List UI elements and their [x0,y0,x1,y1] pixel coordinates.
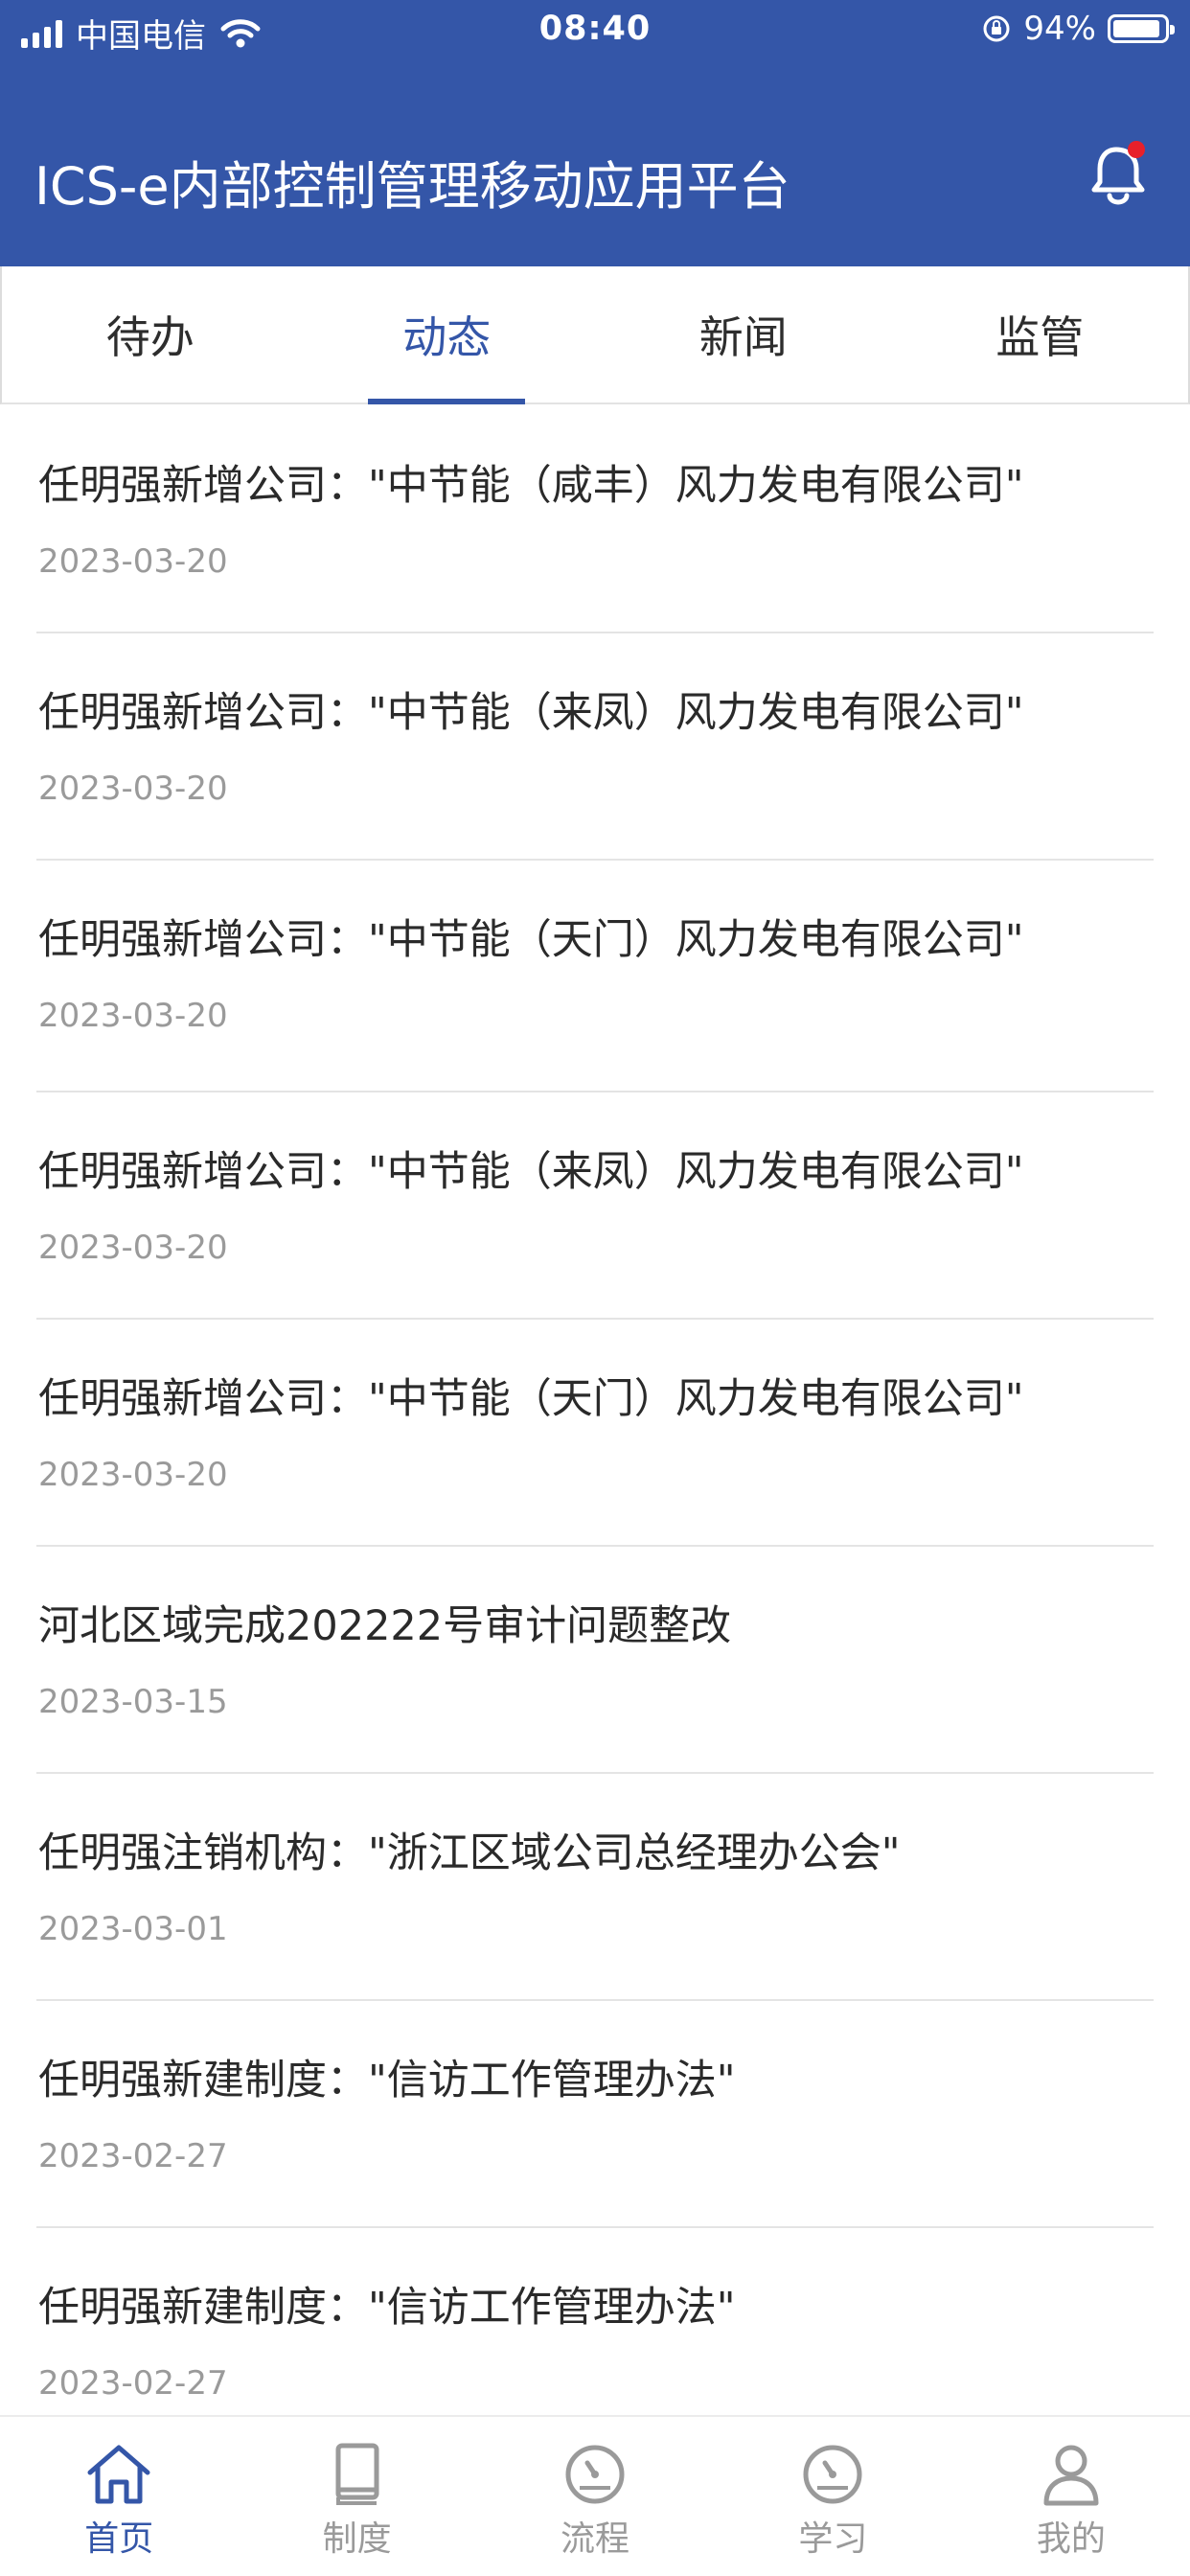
list-item[interactable]: 任明强新建制度："信访工作管理办法" 2023-02-27 [36,2001,1154,2228]
activity-list: 任明强新增公司："中节能（咸丰）风力发电有限公司" 2023-03-20 任明强… [0,406,1190,2455]
list-item[interactable]: 任明强新增公司："中节能（咸丰）风力发电有限公司" 2023-03-20 [36,406,1154,633]
user-icon [1043,2445,1099,2506]
list-item[interactable]: 任明强新增公司："中节能（天门）风力发电有限公司" 2023-03-20 [36,861,1154,1092]
tab-supervision[interactable]: 监管 [892,266,1189,402]
list-item-date: 2023-03-20 [38,1229,228,1267]
nav-study[interactable]: 学习 [714,2417,951,2576]
list-item-date: 2023-03-20 [38,770,228,808]
list-item[interactable]: 任明强新增公司："中节能（来凤）风力发电有限公司" 2023-03-20 [36,1092,1154,1320]
list-item-title: 河北区域完成202222号审计问题整改 [38,1602,732,1650]
notification-dot [1128,141,1145,158]
nav-study-label: 学习 [798,2519,868,2559]
list-item-date: 2023-02-27 [38,2364,228,2403]
list-item-title: 任明强新增公司："中节能（天门）风力发电有限公司" [38,916,1024,964]
list-item-title: 任明强新增公司："中节能（咸丰）风力发电有限公司" [38,462,1024,510]
list-item[interactable]: 任明强新增公司："中节能（来凤）风力发电有限公司" 2023-03-20 [36,633,1154,861]
nav-home[interactable]: 首页 [0,2417,238,2576]
list-item-title: 任明强新建制度："信访工作管理办法" [38,2057,736,2104]
notification-bell-icon[interactable] [1087,140,1150,207]
list-item-title: 任明强新增公司："中节能（来凤）风力发电有限公司" [38,689,1024,737]
app-header: 中国电信 08:40 94% ICS-e内部控制管理移动应用平台 [0,0,1190,266]
list-item-date: 2023-02-27 [38,2137,228,2175]
status-right: 94% [981,10,1175,48]
nav-process[interactable]: 流程 [476,2417,714,2576]
nav-profile[interactable]: 我的 [952,2417,1190,2576]
list-item-title: 任明强新增公司："中节能（来凤）风力发电有限公司" [38,1148,1024,1196]
home-icon [87,2445,150,2504]
gauge-icon [565,2445,625,2504]
list-item[interactable]: 河北区域完成202222号审计问题整改 2023-03-15 [36,1547,1154,1774]
list-item[interactable]: 任明强注销机构："浙江区域公司总经理办公会" 2023-03-01 [36,1774,1154,2001]
list-item[interactable]: 任明强新增公司："中节能（天门）风力发电有限公司" 2023-03-20 [36,1320,1154,1547]
nav-policy[interactable]: 制度 [238,2417,475,2576]
nav-policy-label: 制度 [322,2519,392,2559]
tab-news[interactable]: 新闻 [595,266,892,402]
app-title: ICS-e内部控制管理移动应用平台 [34,156,790,217]
tab-bar: 待办 动态 新闻 监管 [0,266,1190,404]
list-item-date: 2023-03-15 [38,1683,228,1721]
list-item-title: 任明强新增公司："中节能（天门）风力发电有限公司" [38,1375,1024,1423]
list-item-title: 任明强新建制度："信访工作管理办法" [38,2284,736,2332]
tab-todo[interactable]: 待办 [2,266,299,402]
nav-profile-label: 我的 [1036,2519,1106,2559]
battery-icon [1108,14,1175,43]
orientation-lock-icon [983,15,1010,42]
tab-activity[interactable]: 动态 [299,266,596,402]
status-bar: 中国电信 08:40 94% [0,0,1190,59]
list-item-date: 2023-03-20 [38,542,228,581]
list-item-date: 2023-03-20 [38,997,228,1035]
bottom-nav: 首页 制度 流程 学习 我的 [0,2415,1190,2576]
list-item-title: 任明强注销机构："浙江区域公司总经理办公会" [38,1829,901,1877]
gauge-icon [803,2445,862,2504]
book-icon [335,2443,379,2505]
list-item-date: 2023-03-01 [38,1910,228,1948]
nav-home-label: 首页 [84,2519,154,2559]
list-item-date: 2023-03-20 [38,1456,228,1494]
nav-process-label: 流程 [561,2519,630,2559]
battery-percent: 94% [1023,10,1096,48]
